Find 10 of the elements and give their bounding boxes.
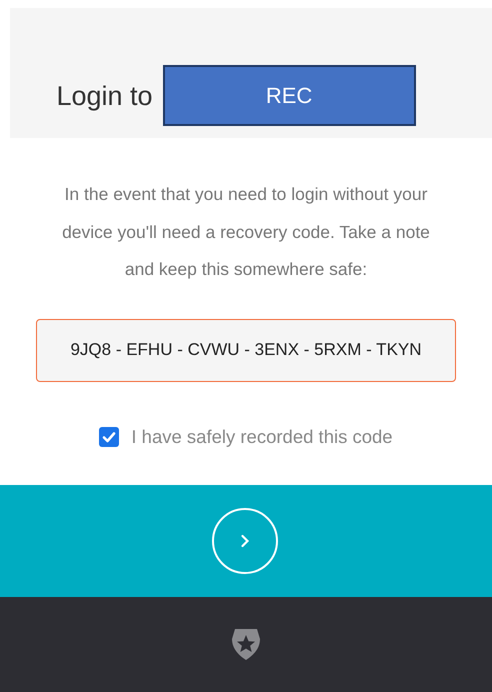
confirm-checkbox[interactable]	[99, 426, 120, 446]
confirm-label: I have safely recorded this code	[131, 426, 393, 448]
recovery-code-field[interactable]: 9JQ8 - EFHU - CVWU - 3ENX - 5RXM - TKYN	[36, 318, 456, 382]
chevron-right-icon	[240, 534, 250, 548]
check-icon	[102, 430, 116, 442]
app-name-box: REC	[162, 65, 416, 126]
login-title: Login to	[56, 81, 153, 112]
shield-star-icon	[231, 628, 261, 661]
next-button[interactable]	[212, 508, 278, 574]
recovery-instructions: In the event that you need to login without your device you'll need a recovery code. Take a note and keep this somewhere safe:	[61, 183, 431, 281]
